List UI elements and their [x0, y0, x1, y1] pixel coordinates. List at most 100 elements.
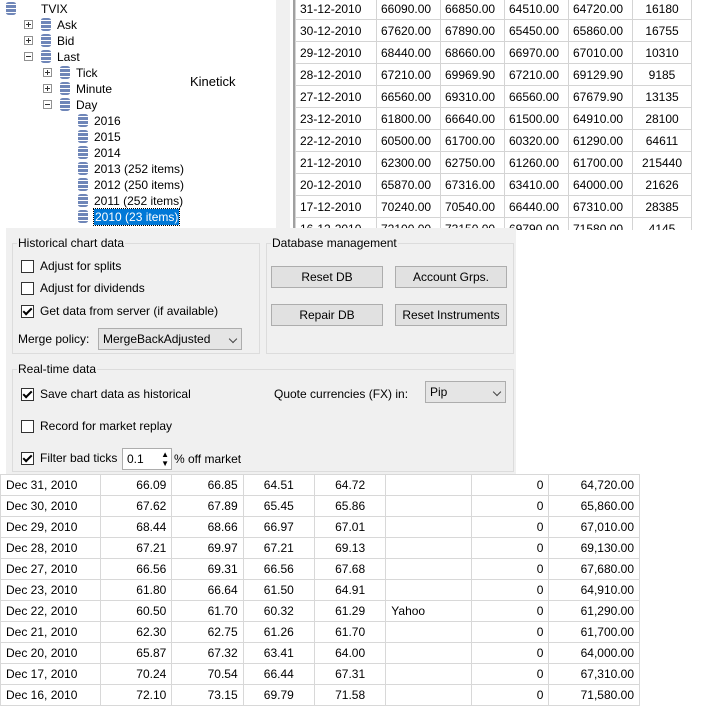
- get-from-server-box[interactable]: [21, 304, 34, 318]
- table-row[interactable]: 21-12-2010 62300.00 62750.00 61260.00 61700.…: [295, 151, 692, 174]
- table-cell: Dec 29, 2010: [0, 516, 101, 538]
- table-row[interactable]: 23-12-2010 61800.00 66640.00 61500.00 64910.…: [295, 107, 692, 130]
- table-cell: [385, 558, 472, 580]
- table-cell: 64510.00: [504, 0, 569, 20]
- table-cell: 62.30: [99, 621, 173, 643]
- tick-data-grid[interactable]: 31-12-2010 66090.00 66850.00 64510.00 64720.…: [293, 0, 705, 230]
- table-cell: 17-12-2010: [295, 195, 377, 218]
- save-historical-box[interactable]: [21, 387, 34, 401]
- table-cell: 64000.00: [568, 173, 633, 196]
- expand-icon[interactable]: [24, 36, 33, 45]
- chevron-down-icon: [228, 334, 238, 344]
- tree-node-label: Bid: [57, 34, 75, 48]
- table-cell: 67.32: [171, 642, 244, 664]
- save-historical-checkbox[interactable]: Save chart data as historical: [21, 387, 191, 401]
- quote-currencies-dropdown[interactable]: Pip: [425, 381, 506, 403]
- tree-node-label: 2014: [94, 146, 121, 160]
- tree-node-label: 2012 (250 items): [94, 178, 185, 192]
- repair-db-button[interactable]: Repair DB: [271, 304, 383, 326]
- table-row[interactable]: 27-12-2010 66560.00 69310.00 66560.00 67679.…: [295, 85, 692, 108]
- table-cell: [385, 474, 472, 496]
- tree-node-label: Tick: [76, 66, 98, 80]
- table-cell: [385, 579, 472, 601]
- filter-bad-ticks-checkbox[interactable]: Filter bad ticks: [21, 451, 117, 465]
- daily-bars-grid[interactable]: Dec 31, 2010 66.09 66.85 64.51 64.72 0 64,720.…: [0, 474, 640, 708]
- reset-instruments-button[interactable]: Reset Instruments: [395, 304, 507, 326]
- table-cell: 69.13: [313, 537, 387, 559]
- table-cell: 71,580.00: [548, 684, 640, 706]
- account-groups-button[interactable]: Account Grps.: [395, 266, 507, 288]
- table-cell: Dec 23, 2010: [0, 579, 101, 601]
- database-icon: [41, 18, 51, 31]
- table-cell: 61.26: [242, 621, 315, 643]
- collapse-icon[interactable]: [24, 52, 33, 61]
- database-icon: [60, 66, 70, 79]
- expand-icon[interactable]: [43, 68, 52, 77]
- table-row[interactable]: Dec 17, 2010 70.24 70.54 66.44 67.31 0 67,310.…: [0, 663, 640, 685]
- expand-icon[interactable]: [43, 84, 52, 93]
- table-cell: 66560.00: [504, 85, 569, 108]
- table-row[interactable]: Dec 16, 2010 72.10 73.15 69.79 71.58 0 71,580.…: [0, 684, 640, 706]
- table-cell: 16755: [632, 19, 692, 42]
- table-cell: 67210.00: [504, 63, 569, 86]
- tree-node-label: TVIX: [41, 2, 68, 16]
- adjust-splits-checkbox[interactable]: Adjust for splits: [21, 259, 121, 273]
- filter-bad-ticks-box[interactable]: [21, 451, 34, 465]
- table-cell: [385, 663, 472, 685]
- table-cell: 0: [470, 495, 550, 517]
- reset-db-button[interactable]: Reset DB: [271, 266, 383, 288]
- table-row[interactable]: 22-12-2010 60500.00 61700.00 60320.00 61290.…: [295, 129, 692, 152]
- table-row[interactable]: Dec 28, 2010 67.21 69.97 67.21 69.13 0 69,130.…: [0, 537, 640, 559]
- adjust-dividends-box[interactable]: [21, 281, 34, 295]
- database-icon: [78, 194, 88, 207]
- table-cell: 69.79: [242, 684, 315, 706]
- table-row[interactable]: 30-12-2010 67620.00 67890.00 65450.00 65860.…: [295, 19, 692, 42]
- database-icon: [41, 34, 51, 47]
- table-cell: 63.41: [242, 642, 315, 664]
- table-cell: 61290.00: [568, 129, 633, 152]
- kinetick-label: Kinetick: [190, 74, 236, 89]
- table-cell: 64,000.00: [548, 642, 640, 664]
- table-row[interactable]: 20-12-2010 65870.00 67316.00 63410.00 64000.…: [295, 173, 692, 196]
- table-row[interactable]: Dec 27, 2010 66.56 69.31 66.56 67.68 0 67,680.…: [0, 558, 640, 580]
- table-cell: 61,290.00: [548, 600, 640, 622]
- table-row[interactable]: Dec 29, 2010 68.44 68.66 66.97 67.01 0 67,010.…: [0, 516, 640, 538]
- table-row[interactable]: 31-12-2010 66090.00 66850.00 64510.00 64720.…: [295, 0, 692, 20]
- table-cell: 61.29: [313, 600, 387, 622]
- get-from-server-checkbox[interactable]: Get data from server (if available): [21, 304, 218, 318]
- table-cell: Dec 17, 2010: [0, 663, 101, 685]
- adjust-dividends-checkbox[interactable]: Adjust for dividends: [21, 281, 145, 295]
- database-icon: [60, 98, 70, 111]
- table-cell: 70240.00: [376, 195, 441, 218]
- table-row[interactable]: Dec 22, 2010 60.50 61.70 60.32 61.29 Yahoo 0 61…: [0, 600, 640, 622]
- adjust-splits-box[interactable]: [21, 259, 34, 273]
- database-icon: [41, 50, 51, 63]
- table-cell: 66440.00: [504, 195, 569, 218]
- table-cell: 61260.00: [504, 151, 569, 174]
- collapse-icon[interactable]: [43, 100, 52, 109]
- instrument-tree[interactable]: TVIX Ask Bid Last Tick Minute Day 2016 2015 2014…: [0, 0, 290, 228]
- table-row[interactable]: Dec 20, 2010 65.87 67.32 63.41 64.00 0 64,000.…: [0, 642, 640, 664]
- table-cell: 65.45: [242, 495, 315, 517]
- table-cell: 61.70: [171, 600, 244, 622]
- table-cell: 67.68: [313, 558, 387, 580]
- record-replay-box[interactable]: [21, 419, 34, 433]
- tree-scrollbar[interactable]: [276, 0, 290, 228]
- table-row[interactable]: 29-12-2010 68440.00 68660.00 66970.00 67010.…: [295, 41, 692, 64]
- table-cell: 66850.00: [440, 0, 505, 20]
- record-replay-checkbox[interactable]: Record for market replay: [21, 419, 172, 433]
- spinner-arrows-icon[interactable]: ▲ ▼: [161, 450, 169, 468]
- table-row[interactable]: Dec 30, 2010 67.62 67.89 65.45 65.86 0 65,860.…: [0, 495, 640, 517]
- table-row[interactable]: 28-12-2010 67210.00 69969.90 67210.00 69129.…: [295, 63, 692, 86]
- table-cell: 67,680.00: [548, 558, 640, 580]
- table-cell: 61800.00: [376, 107, 441, 130]
- table-cell: Yahoo: [385, 600, 472, 622]
- filter-percent-spinner[interactable]: 0.1 ▲ ▼: [122, 448, 172, 470]
- table-row[interactable]: Dec 23, 2010 61.80 66.64 61.50 64.91 0 64,910.…: [0, 579, 640, 601]
- table-cell: 61.50: [242, 579, 315, 601]
- table-row[interactable]: Dec 21, 2010 62.30 62.75 61.26 61.70 0 61,700.…: [0, 621, 640, 643]
- table-row[interactable]: 17-12-2010 70240.00 70540.00 66440.00 67310.…: [295, 195, 692, 218]
- table-row[interactable]: Dec 31, 2010 66.09 66.85 64.51 64.72 0 64,720.…: [0, 474, 640, 496]
- merge-policy-dropdown[interactable]: MergeBackAdjusted: [98, 328, 242, 350]
- expand-icon[interactable]: [24, 20, 33, 29]
